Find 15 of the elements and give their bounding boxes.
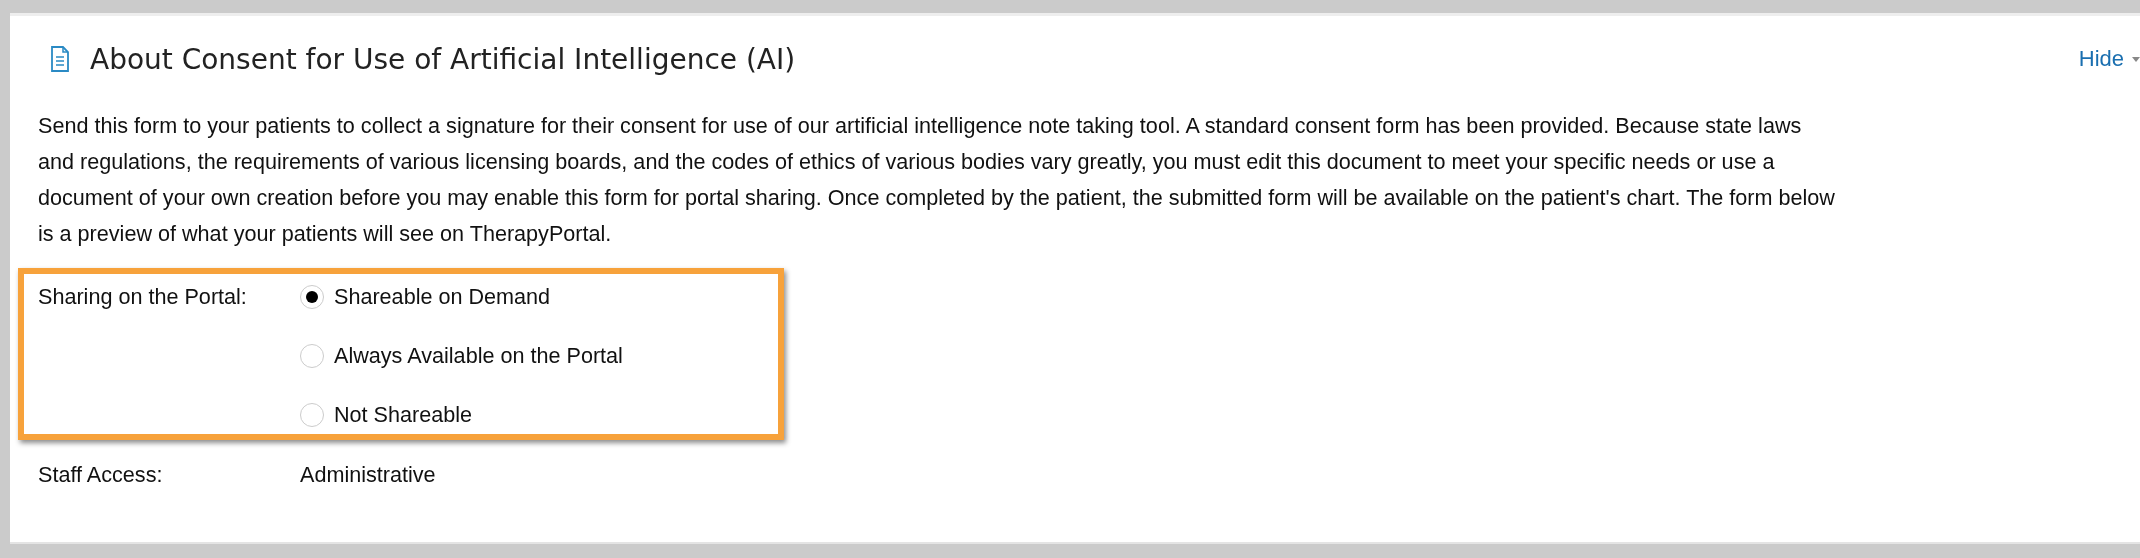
- option-label: Not Shareable: [334, 402, 473, 428]
- hide-link[interactable]: Hide: [2078, 46, 2124, 72]
- radio-option[interactable]: Not Shareable: [300, 402, 623, 428]
- field-label: Staff Access:: [38, 462, 164, 488]
- description-text: Send this form to your patients to collect a signature for their consent for use of our artificial intelligence note taking tool. A standard consent form has been provided. Because state laws and regulations, the requirements of various licensing boards, and the codes of ethics of various bodies vary greatly, you must edit this document to meet your specific needs or use a document of your own creation before you may enable this form for portal sharing. Once completed by the patient, the submitted form will be available on the patient's chart. The form below is a preview of what your patients will see on TherapyPortal.: [38, 112, 1836, 248]
- radio-button[interactable]: [300, 344, 324, 368]
- field-value: Administrative: [300, 462, 436, 488]
- section-title: About Consent for Use of Artificial Intelligence (AI): [90, 42, 796, 76]
- document-icon: [50, 46, 70, 72]
- field-label: Sharing on the Portal:: [38, 284, 248, 311]
- radio-option[interactable]: Shareable on Demand: [300, 284, 623, 310]
- option-label: Shareable on Demand: [334, 284, 551, 310]
- radio-button[interactable]: [300, 285, 324, 309]
- radio-button[interactable]: [300, 403, 324, 427]
- caret-icon: [2132, 55, 2140, 63]
